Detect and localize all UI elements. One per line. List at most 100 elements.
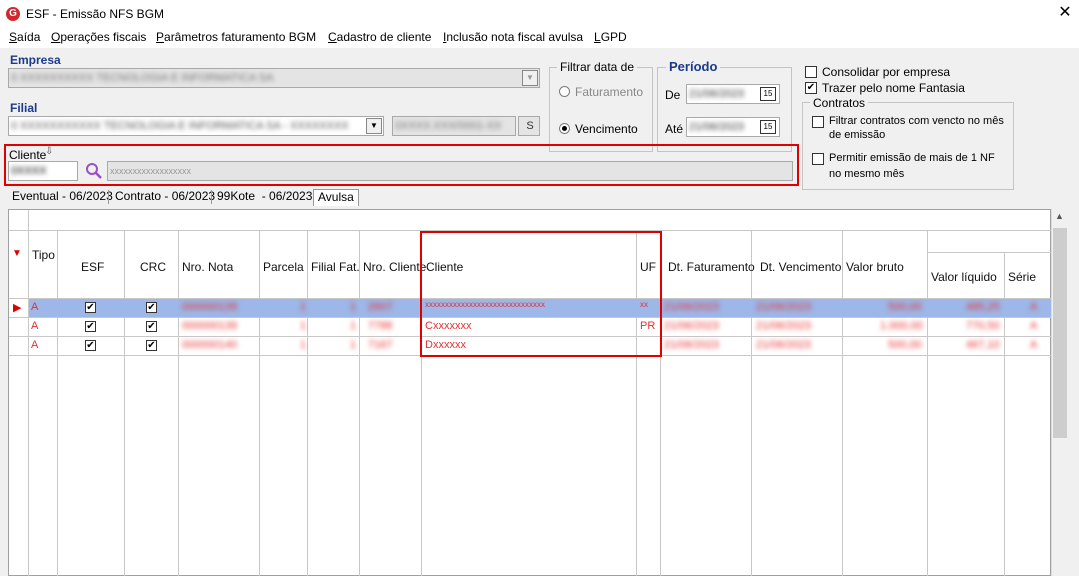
cell-filial: 1: [350, 301, 357, 313]
cell-dt-vencimento: 21/06/2023: [756, 339, 812, 351]
filtrar-data-group: [549, 67, 653, 152]
checkbox-crc[interactable]: ✔: [146, 302, 157, 313]
col-header-nro-nota[interactable]: Nro. Nota: [182, 260, 233, 274]
periodo-de-calendar-icon[interactable]: 15: [760, 87, 776, 101]
filtrar-contratos-label-1: Filtrar contratos com vencto no mês: [829, 115, 1004, 127]
menu-parametros-faturamento[interactable]: Parâmetros faturamento BGM: [156, 30, 316, 44]
periodo-title: Período: [666, 59, 721, 74]
filial-code-field: 0XXXX.XXX/0001-XX: [392, 116, 516, 136]
grid-col-line: [307, 230, 308, 576]
checkbox-crc[interactable]: ✔: [146, 340, 157, 351]
cell-filial: 1: [350, 339, 357, 351]
periodo-ate-calendar-icon[interactable]: 15: [760, 120, 776, 134]
col-header-tipo[interactable]: Tipo: [32, 248, 55, 262]
cell-nro-nota: 000000139: [182, 301, 238, 313]
checkbox-esf[interactable]: ✔: [85, 340, 96, 351]
cell-valor-liquido: 467,10: [966, 339, 1000, 351]
checkbox-esf[interactable]: ✔: [85, 302, 96, 313]
cliente-code-input[interactable]: 0XXXX: [8, 161, 78, 181]
filial-dropdown-icon[interactable]: ▼: [366, 118, 382, 134]
cell-dt-vencimento: 21/06/2023: [756, 301, 812, 313]
checkbox-esf[interactable]: ✔: [85, 321, 96, 332]
radio-vencimento[interactable]: [559, 123, 570, 134]
menu-lgpd[interactable]: LGPD: [594, 30, 627, 44]
cell-valor-bruto: 1.000,00: [880, 320, 923, 332]
empresa-select[interactable]: 0 XXXXXXXXXX TECNOLOGIA E INFORMATICA SA: [8, 68, 540, 88]
col-header-nro-cliente[interactable]: Nro. Cliente: [363, 260, 426, 274]
cell-parcela: 1: [300, 320, 307, 332]
grid-col-line: [842, 230, 843, 576]
cell-valor-bruto: 500,00: [888, 339, 922, 351]
cell-serie: A: [1030, 301, 1038, 313]
periodo-ate-label: Até: [665, 122, 684, 136]
trazer-fantasia-checkbox[interactable]: ✔: [805, 82, 817, 94]
permitir-nf-label-1: Permitir emissão de mais de 1 NF: [829, 152, 995, 164]
grid-col-line: [178, 230, 179, 576]
col-header-esf[interactable]: ESF: [81, 260, 104, 274]
col-header-valor-liquido[interactable]: Valor líquido: [931, 270, 997, 284]
scroll-up-icon[interactable]: ▲: [1055, 211, 1064, 221]
cliente-label: Cliente: [9, 148, 47, 162]
cell-nro-nota: 000000139: [182, 320, 238, 332]
periodo-ate-value: 21/06/2023: [689, 121, 745, 133]
col-header-filial-fat[interactable]: Filial Fat.: [311, 260, 360, 274]
cell-filial: 1: [350, 320, 357, 332]
grid-col-line: [28, 210, 29, 576]
col-header-parcela[interactable]: Parcela: [263, 260, 304, 274]
col-header-serie[interactable]: Série: [1008, 270, 1036, 284]
cell-serie: A: [1030, 320, 1038, 332]
search-icon[interactable]: [84, 161, 104, 181]
cliente-uf-highlight-box: [420, 231, 662, 357]
contratos-title: Contratos: [810, 96, 869, 110]
col-header-dt-vencimento[interactable]: Dt. Vencimento: [760, 260, 841, 274]
cell-nro-cliente: 7788: [368, 320, 393, 332]
cell-dt-faturamento: 21/06/2023: [664, 301, 720, 313]
filial-label: Filial: [10, 101, 38, 115]
filial-code-value: 0XXXX.XXX/0001-XX: [395, 120, 502, 132]
checkbox-crc[interactable]: ✔: [146, 321, 157, 332]
empresa-label: Empresa: [10, 53, 61, 67]
close-button[interactable]: ✕: [1054, 2, 1076, 24]
radio-faturamento-label: Faturamento: [575, 85, 644, 99]
cell-tipo: A: [31, 301, 39, 313]
menu-inclusao-nota-avulsa[interactable]: Inclusão nota fiscal avulsa: [443, 30, 583, 44]
tab-separator: [108, 190, 109, 204]
consolidar-checkbox[interactable]: [805, 66, 817, 78]
cliente-download-icon: ⇩: [45, 146, 54, 157]
permitir-nf-checkbox[interactable]: [812, 153, 824, 165]
filtrar-data-title: Filtrar data de: [557, 60, 638, 74]
scrollbar-thumb[interactable]: [1053, 228, 1067, 438]
grid-col-line: [927, 230, 928, 576]
col-header-valor-bruto[interactable]: Valor bruto: [846, 260, 904, 274]
menu-operacoes-fiscais[interactable]: Operações fiscais: [51, 30, 146, 44]
periodo-de-label: De: [665, 88, 681, 102]
empresa-dropdown-icon[interactable]: ▼: [522, 70, 538, 86]
app-logo-icon: G: [6, 7, 20, 21]
tab-separator: [211, 190, 212, 204]
tab-contrato[interactable]: Contrato - 06/2023: [111, 189, 219, 206]
grid-col-line: [359, 230, 360, 576]
cell-valor-liquido: 770,50: [966, 320, 1000, 332]
periodo-group: [657, 67, 792, 152]
menu-cadastro-cliente[interactable]: Cadastro de cliente: [328, 30, 431, 44]
trazer-fantasia-label: Trazer pelo nome Fantasia: [822, 81, 965, 95]
col-header-crc[interactable]: CRC: [140, 260, 166, 274]
tab-eventual[interactable]: Eventual - 06/2023: [8, 189, 117, 206]
filial-select[interactable]: 0 XXXXXXXXXXX TECNOLOGIA E INFORMATICA S…: [8, 116, 384, 136]
grid-col-line: [124, 230, 125, 576]
cliente-name-input[interactable]: xxxxxxxxxxxxxxxxxx: [107, 161, 793, 181]
filtrar-contratos-checkbox[interactable]: [812, 116, 824, 128]
cell-dt-vencimento: 21/06/2023: [756, 320, 812, 332]
consolidar-label: Consolidar por empresa: [822, 65, 951, 79]
grid-col-line: [751, 230, 752, 576]
col-header-dt-faturamento[interactable]: Dt. Faturamento: [668, 260, 755, 274]
menu-saida[interactable]: Saída: [9, 30, 40, 44]
radio-faturamento[interactable]: [559, 86, 570, 97]
tab-avulsa[interactable]: Avulsa: [313, 189, 359, 206]
periodo-de-value: 21/06/2023: [689, 88, 745, 100]
cell-nro-cliente: 7167: [368, 339, 393, 351]
tab-99kote[interactable]: 99Kote - 06/2023: [213, 189, 316, 206]
cliente-name-value: xxxxxxxxxxxxxxxxxx: [110, 166, 191, 176]
grid-col-line: [57, 230, 58, 576]
cell-nro-cliente: 2607: [368, 301, 393, 313]
